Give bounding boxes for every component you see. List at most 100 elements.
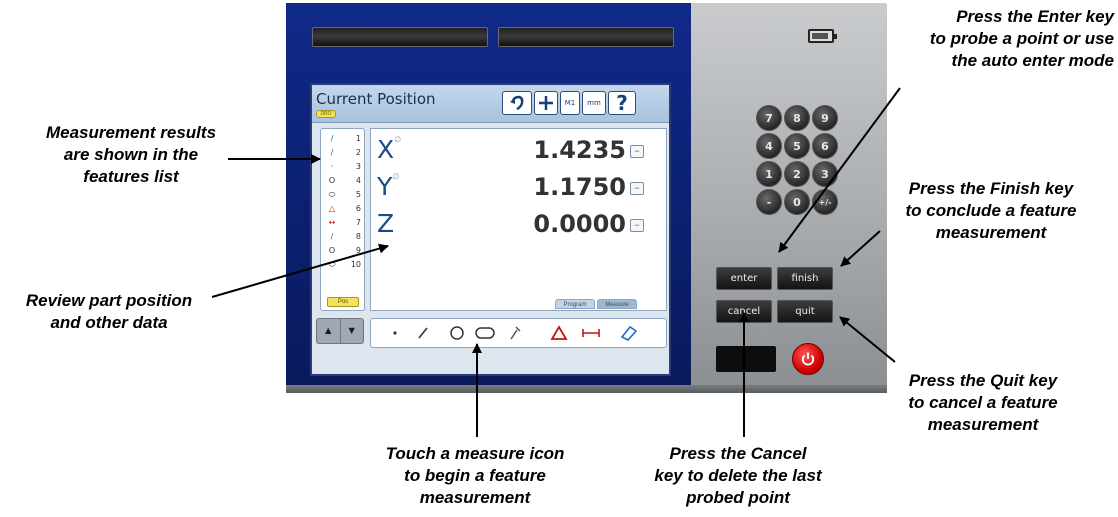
key-4[interactable]: 4 — [756, 133, 782, 159]
callout-review-position: Review part position and other data — [25, 291, 193, 332]
measure-angle-button[interactable] — [547, 323, 571, 343]
key-0[interactable]: 0 — [784, 189, 810, 215]
distance-icon: ↔ — [328, 218, 336, 227]
m1-button[interactable]: M1 — [560, 91, 580, 115]
key-1[interactable]: 1 — [756, 161, 782, 187]
tab-program[interactable]: Program — [555, 299, 595, 309]
key-9[interactable]: 9 — [812, 105, 838, 131]
z-sign-button[interactable]: − — [630, 219, 644, 232]
blank-key[interactable] — [716, 346, 776, 372]
power-button[interactable] — [792, 343, 824, 375]
point-icon: · — [330, 162, 334, 171]
slot-icon — [475, 327, 495, 339]
scroll-down-button[interactable]: ▼ — [341, 319, 364, 343]
enter-key[interactable]: enter — [716, 267, 772, 290]
measure-point-button[interactable] — [383, 323, 407, 343]
crosshair-icon — [539, 96, 553, 110]
skew-icon — [620, 325, 638, 341]
y-axis-label: Y∅ — [377, 172, 400, 201]
mm-button[interactable]: mm — [582, 91, 606, 115]
triangle-down-icon: ▼ — [346, 325, 358, 337]
screen-title: Current Position — [316, 90, 436, 108]
feature-item[interactable]: O4 — [323, 175, 363, 186]
power-icon — [801, 352, 815, 366]
device-bottom-strip — [286, 385, 887, 393]
feature-item[interactable]: O9 — [323, 245, 363, 256]
measure-circle-button[interactable] — [445, 323, 469, 343]
feature-item[interactable]: · 3 — [323, 161, 363, 172]
z-value: 0.0000 — [533, 210, 626, 238]
display-slot-right — [498, 27, 674, 47]
measure-line-button[interactable] — [411, 323, 435, 343]
x-sign-button[interactable]: − — [630, 145, 644, 158]
line-icon — [418, 327, 428, 339]
scroll-buttons: ▲ ▼ — [316, 318, 364, 344]
circle-icon — [450, 326, 464, 340]
feature-item[interactable]: /8 — [323, 231, 363, 242]
help-button[interactable]: ? — [608, 91, 636, 115]
touch-screen: Current Position DRO M1 mm ? / 1 / 2 · 3… — [310, 83, 671, 376]
key-plus-minus[interactable]: +/- — [812, 189, 838, 215]
feature-number: 1 — [355, 134, 361, 143]
help-icon: ? — [616, 91, 628, 115]
measure-probe-button[interactable] — [503, 323, 527, 343]
feature-number: 10 — [350, 260, 361, 269]
undo-button[interactable] — [502, 91, 532, 115]
x-axis-label: X∅ — [377, 135, 402, 164]
angle-icon — [550, 325, 568, 340]
quit-key[interactable]: quit — [777, 300, 833, 323]
undo-icon — [510, 95, 524, 111]
key-2[interactable]: 2 — [784, 161, 810, 187]
finish-key[interactable]: finish — [777, 267, 833, 290]
cancel-key[interactable]: cancel — [716, 300, 772, 323]
feature-number: 8 — [355, 232, 361, 241]
x-value: 1.4235 — [533, 136, 626, 164]
circle-icon: O — [328, 176, 336, 185]
feature-item[interactable]: ⬭ 10 — [323, 259, 363, 270]
position-readout: X∅ 1.4235 − Y∅ 1.1750 − Z 0.0000 − Progr… — [370, 128, 667, 311]
feature-item[interactable]: ⬭ 5 — [323, 189, 363, 200]
feature-number: 2 — [355, 148, 361, 157]
screen-bezel: Current Position DRO M1 mm ? / 1 / 2 · 3… — [286, 3, 691, 385]
y-value: 1.1750 — [533, 173, 626, 201]
feature-number: 4 — [355, 176, 361, 185]
mm-label: mm — [587, 99, 601, 107]
feature-item[interactable]: /2 — [323, 147, 363, 158]
key-3[interactable]: 3 — [812, 161, 838, 187]
key-8[interactable]: 8 — [784, 105, 810, 131]
features-list[interactable]: /1/2 · 3 O 4 ⬭ 5 △ 6 ↔ 7/8 O 9 ⬭ 10 Pos — [320, 128, 365, 311]
feature-number: 9 — [355, 246, 361, 255]
feature-item[interactable]: △ 6 — [323, 203, 363, 214]
m1-label: M1 — [564, 99, 576, 107]
dro-device: Current Position DRO M1 mm ? / 1 / 2 · 3… — [286, 3, 887, 393]
key-5[interactable]: 5 — [784, 133, 810, 159]
distance-icon — [582, 329, 600, 337]
pos-tag[interactable]: Pos — [327, 297, 359, 307]
circle-icon: O — [328, 246, 336, 255]
measure-distance-button[interactable] — [579, 323, 603, 343]
feature-number: 3 — [355, 162, 361, 171]
feature-number: 6 — [355, 204, 361, 213]
measure-slot-button[interactable] — [473, 323, 497, 343]
y-sign-button[interactable]: − — [630, 182, 644, 195]
line-icon: / — [330, 134, 334, 143]
triangle-up-icon: ▲ — [322, 325, 334, 337]
screen-header: Current Position DRO M1 mm ? — [312, 85, 669, 123]
key-6[interactable]: 6 — [812, 133, 838, 159]
probe-icon — [510, 326, 521, 340]
tab-measure[interactable]: Measure — [597, 299, 637, 309]
key-7[interactable]: 7 — [756, 105, 782, 131]
key-minus[interactable]: - — [756, 189, 782, 215]
battery-icon — [808, 29, 837, 43]
display-slot-left — [312, 27, 488, 47]
line-icon: / — [330, 148, 334, 157]
angle-icon: △ — [328, 204, 336, 213]
measure-skew-button[interactable] — [617, 323, 641, 343]
feature-item[interactable]: /1 — [323, 133, 363, 144]
feature-item[interactable]: ↔ 7 — [323, 217, 363, 228]
dro-tag[interactable]: DRO — [316, 110, 336, 118]
line-icon: / — [330, 232, 334, 241]
scroll-up-button[interactable]: ▲ — [317, 319, 341, 343]
z-axis-label: Z — [377, 209, 395, 238]
crosshair-button[interactable] — [534, 91, 558, 115]
